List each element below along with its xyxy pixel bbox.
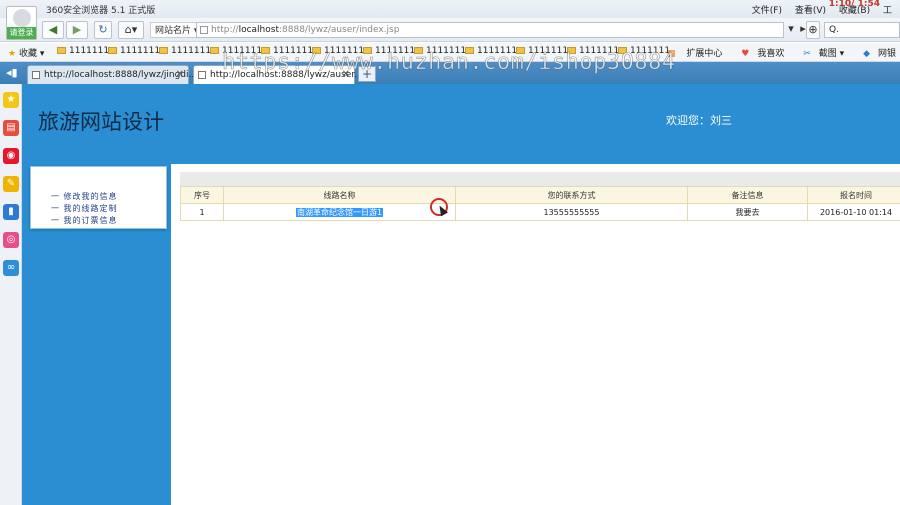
url-scheme: http:// (211, 25, 239, 35)
favorites-button[interactable]: ★ 收藏 ▾ (8, 46, 44, 59)
route-link[interactable]: 南湖革命纪念馆一日游1 (295, 207, 384, 217)
login-label: 请登录 (7, 27, 36, 39)
page-icon (32, 71, 40, 79)
cell-contact: 13555555555 (455, 203, 688, 221)
toolbar-extensions: ▦ 扩展中心 ♥ 我喜欢 ✂ 截图 ▾ ◆ 网银 (651, 46, 896, 59)
scissors-icon: ✂ (803, 49, 811, 59)
page-icon (200, 26, 208, 34)
security-button[interactable]: ⊕ (806, 21, 820, 39)
url-path: :8888/lywz/auser/index.jsp (278, 25, 400, 35)
browser-menus: 文件(F) 查看(V) 收藏(B) 工 (742, 3, 892, 16)
search-input[interactable]: Q. (824, 22, 900, 38)
browser-titlebar: 360安全浏览器 5.1 正式版 1:10/ 1:54 文件(F) 查看(V) … (0, 0, 900, 18)
content-toolbar (180, 172, 900, 186)
sidebar-icons: ★ ▤ ◉ ✎ ▮ ◎ ∞ (0, 84, 22, 505)
menu-view[interactable]: 查看(V) (795, 6, 826, 16)
back-arrow-icon: ◀ (48, 23, 58, 36)
home-button[interactable]: ⌂▾ (118, 21, 144, 39)
site-header: 旅游网站设计 欢迎您：刘三 (22, 84, 900, 164)
bank-icon: ◆ (863, 49, 870, 59)
menu-favorites[interactable]: 收藏(B) (839, 6, 870, 16)
site-title: 旅游网站设计 (38, 110, 164, 134)
chevron-down-icon: ▾ (788, 22, 794, 35)
folder-icon (108, 47, 117, 54)
bank-button[interactable]: ◆ 网银 (855, 49, 896, 59)
cell-time: 2016-01-10 01:14 (807, 203, 900, 221)
orders-table: 序号 线路名称 您的联系方式 备注信息 报名时间 1 南湖革命纪念馆一日游1 1… (180, 186, 900, 221)
left-sidebar: 一 修改我的信息 一 我的线路定制 一 我的订票信息 (22, 164, 171, 505)
folder-icon (210, 47, 219, 54)
star-icon: ★ (8, 49, 17, 59)
tab-collapse-icon[interactable]: ◂▮ (6, 66, 18, 79)
weibo-icon[interactable]: ◉ (3, 148, 19, 164)
table-header-row: 序号 线路名称 您的联系方式 备注信息 报名时间 (180, 186, 900, 204)
bookmark-item[interactable]: 1111111 (159, 46, 211, 56)
cell-index: 1 (180, 203, 224, 221)
browser-navbar: ◀ ▶ ↻ ⌂▾ 网站名片 ▾ http://localhost:8888/ly… (0, 18, 900, 42)
folder-icon (57, 47, 66, 54)
refresh-button[interactable]: ↻ (94, 21, 112, 39)
home-icon: ⌂▾ (124, 23, 138, 36)
address-bar[interactable]: http://localhost:8888/lywz/auser/index.j… (196, 22, 784, 38)
menu-my-routes[interactable]: 一 我的线路定制 (51, 203, 118, 214)
phone-icon[interactable]: ▮ (3, 204, 19, 220)
tab-jingdian[interactable]: http://localhost:8888/lywz/jingdi... ✕ (27, 65, 197, 84)
table-row: 1 南湖革命纪念馆一日游1 13555555555 我要去 2016-01-10… (180, 203, 900, 221)
bank-label: 网银 (877, 49, 896, 59)
avatar-icon (13, 9, 31, 27)
bookmark-item[interactable]: 1111111 (108, 46, 160, 56)
menu-file[interactable]: 文件(F) (752, 6, 782, 16)
bookmark-label: 1111111 (120, 46, 161, 56)
url-host: localhost (238, 25, 279, 35)
tab-label: http://localhost:8888/lywz/jingdi... (44, 70, 198, 80)
star-icon[interactable]: ★ (3, 92, 19, 108)
refresh-icon: ↻ (98, 23, 108, 36)
col-header-remark: 备注信息 (687, 186, 808, 204)
welcome-text: 欢迎您：刘三 (666, 114, 732, 127)
forward-button[interactable]: ▶ (66, 21, 88, 39)
menu-my-tickets[interactable]: 一 我的订票信息 (51, 215, 118, 226)
like-button[interactable]: ♥ 我喜欢 (733, 49, 784, 59)
cell-route[interactable]: 南湖革命纪念馆一日游1 (223, 203, 456, 221)
col-header-time: 报名时间 (807, 186, 900, 204)
address-dropdown[interactable]: ▾ (786, 21, 796, 39)
cell-remark: 我要去 (687, 203, 808, 221)
browser-app-title: 360安全浏览器 5.1 正式版 (46, 6, 156, 16)
favorites-label: 收藏 (18, 49, 37, 59)
login-button[interactable]: 请登录 (6, 6, 37, 40)
bookmark-item[interactable]: 1111111 (57, 46, 109, 56)
bookmark-label: 1111111 (171, 46, 212, 56)
heart-icon: ♥ (741, 49, 750, 59)
note-icon[interactable]: ✎ (3, 176, 19, 192)
screenshot-label: 截图 (818, 49, 837, 59)
page-icon (198, 71, 206, 79)
news-icon[interactable]: ▤ (3, 120, 19, 136)
bookmark-label: 1111111 (69, 46, 110, 56)
watermark: https://www.huzhan.com/ishop30884 (222, 50, 676, 76)
user-menu: 一 修改我的信息 一 我的线路定制 一 我的订票信息 (30, 166, 167, 229)
forward-arrow-icon: ▶ (72, 23, 82, 36)
play-icon: ▸ (800, 22, 806, 35)
screenshot-button[interactable]: ✂ 截图 ▾ (795, 49, 844, 59)
cloud-icon[interactable]: ∞ (3, 260, 19, 276)
target-icon[interactable]: ◎ (3, 232, 19, 248)
col-header-route: 线路名称 (223, 186, 456, 204)
shield-icon: ⊕ (808, 23, 818, 36)
folder-icon (159, 47, 168, 54)
site-card-label: 网站名片 (155, 26, 192, 36)
extension-center-label: 扩展中心 (686, 49, 723, 59)
menu-edit-profile[interactable]: 一 修改我的信息 (51, 191, 118, 202)
close-icon[interactable]: ✕ (176, 66, 184, 84)
back-button[interactable]: ◀ (42, 21, 64, 39)
menu-tools[interactable]: 工 (883, 6, 892, 16)
like-label: 我喜欢 (757, 49, 785, 59)
col-header-contact: 您的联系方式 (455, 186, 688, 204)
col-header-index: 序号 (180, 186, 224, 204)
